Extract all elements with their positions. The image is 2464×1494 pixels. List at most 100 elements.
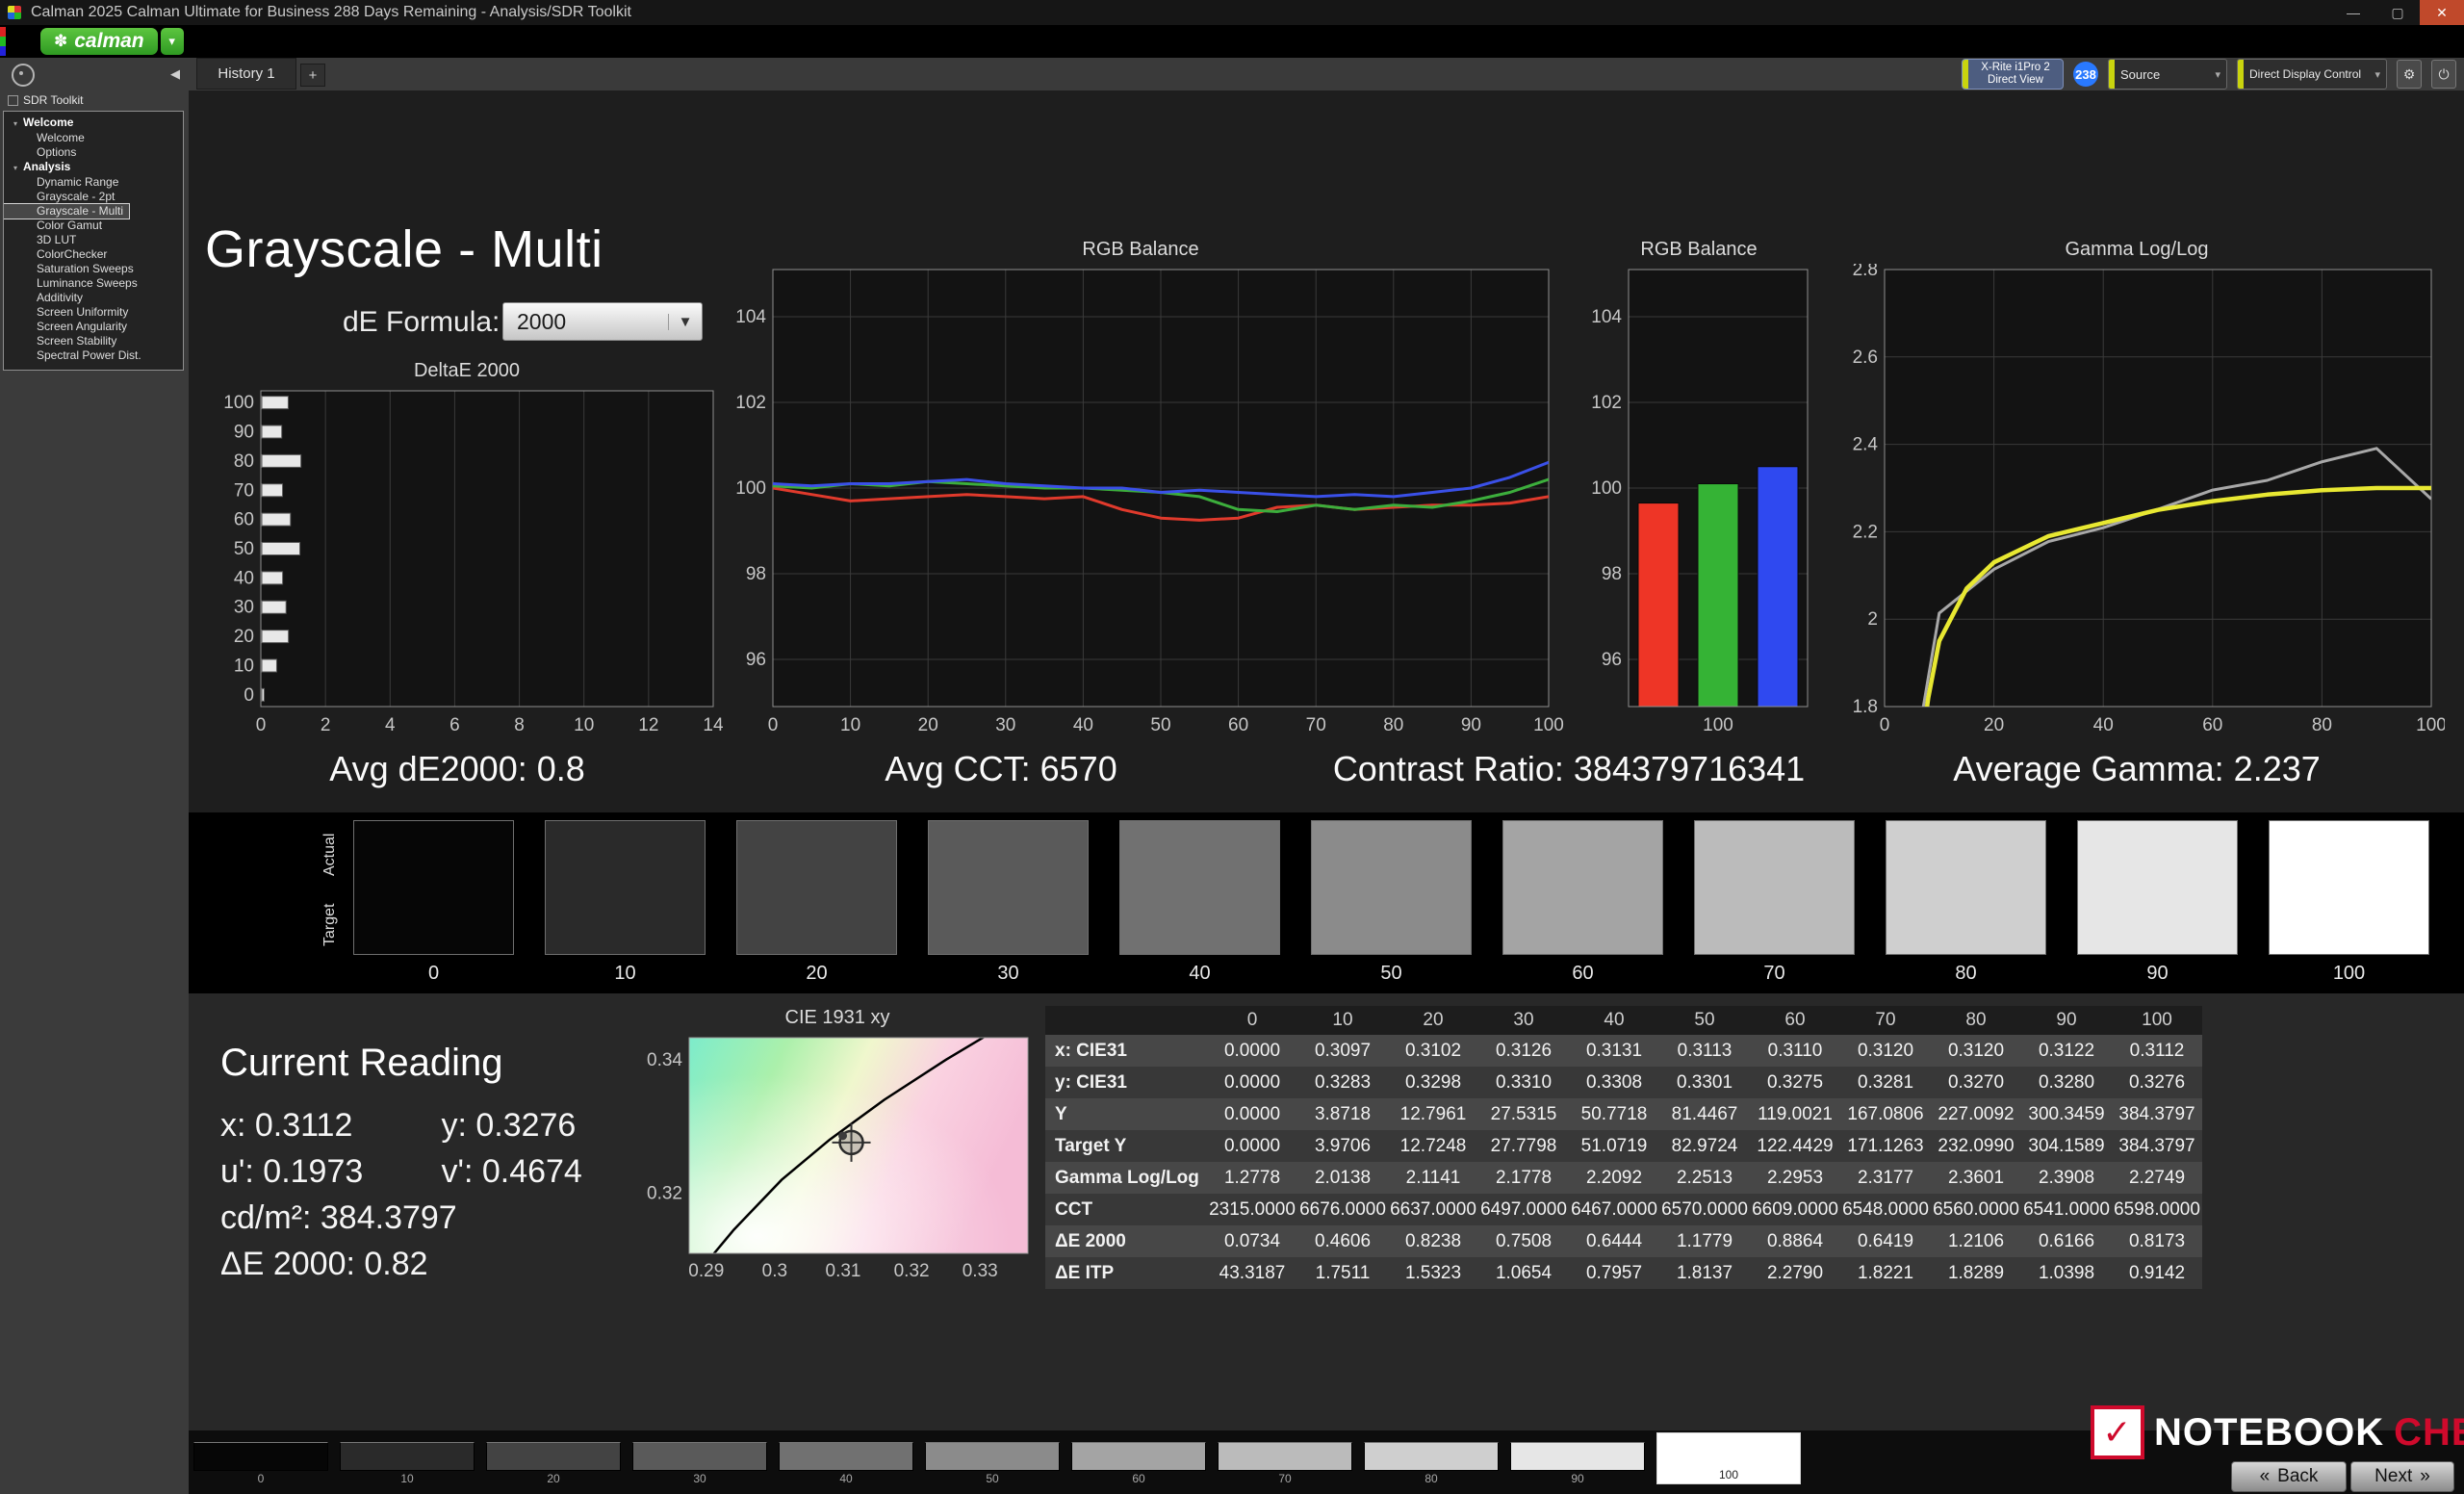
swatch-label: 40 [1119, 963, 1280, 985]
level-tile-0[interactable]: 0 [193, 1442, 328, 1486]
table-cell: 0.6166 [2021, 1225, 2112, 1257]
back-button[interactable]: « Back [2231, 1461, 2347, 1492]
table-cell: 27.7798 [1478, 1130, 1569, 1162]
de-formula-dropdown[interactable]: 2000 ▼ [502, 302, 703, 341]
sidebar-item-analysis[interactable]: ▾Analysis [4, 160, 183, 175]
grayscale-swatch-80 [1886, 820, 2046, 955]
display-control-dropdown[interactable]: Direct Display Control ▾ [2237, 59, 2387, 90]
level-tile-30[interactable]: 30 [632, 1442, 767, 1486]
gamma-chart-title: Gamma Log/Log [1829, 239, 2445, 264]
table-cell: 2.2953 [1750, 1162, 1840, 1194]
svg-text:40: 40 [234, 568, 254, 588]
level-tile-80[interactable]: 80 [1364, 1442, 1499, 1486]
table-cell: 2.1778 [1478, 1162, 1569, 1194]
notebookcheck-name-white: NOTEBOOK [2154, 1411, 2384, 1455]
toolbar: ◀ History 1 + X-Rite i1Pro 2 Direct View… [0, 58, 2464, 91]
next-button[interactable]: Next » [2350, 1461, 2454, 1492]
sidebar-item-additivity[interactable]: Additivity [4, 291, 183, 305]
settings-gear-button[interactable]: ⚙ [2397, 60, 2422, 89]
power-button[interactable]: ⏻ [2431, 60, 2456, 89]
sidebar-item-label: Luminance Sweeps [37, 276, 138, 290]
sidebar-item-colorchecker[interactable]: ColorChecker [4, 247, 183, 262]
level-tile-50[interactable]: 50 [925, 1442, 1060, 1486]
sidebar-item-label: Color Gamut [37, 219, 102, 232]
level-tile-patch [1364, 1442, 1499, 1471]
tab-history-1[interactable]: History 1 [196, 58, 296, 90]
source-dropdown[interactable]: Source ▾ [2108, 59, 2227, 90]
chevron-double-right-icon: » [2420, 1466, 2430, 1487]
sidebar-header-label: SDR Toolkit [23, 93, 83, 107]
sidebar-item-3d-lut[interactable]: 3D LUT [4, 233, 183, 247]
deltae-chart-title: DeltaE 2000 [207, 360, 727, 385]
table-row-label: x: CIE31 [1045, 1035, 1207, 1067]
table-cell: 6609.0000 [1750, 1194, 1840, 1225]
sidebar-item-label: Welcome [23, 116, 73, 129]
session-status-icon[interactable] [12, 64, 35, 87]
sidebar-item-label: Screen Stability [37, 334, 116, 348]
reading-u: u': 0.1973 [220, 1153, 432, 1191]
table-cell: 12.7248 [1388, 1130, 1478, 1162]
sidebar-item-grayscale-2pt[interactable]: Grayscale - 2pt [4, 190, 183, 204]
level-tile-patch [193, 1442, 328, 1471]
level-tile-patch [632, 1442, 767, 1471]
table-column-header: 0 [1207, 1006, 1297, 1035]
table-cell: 0.9142 [2112, 1257, 2202, 1289]
sidebar-item-color-gamut[interactable]: Color Gamut [4, 219, 183, 233]
sidebar-item-luminance-sweeps[interactable]: Luminance Sweeps [4, 276, 183, 291]
sidebar-item-welcome[interactable]: ▾Welcome [4, 116, 183, 131]
sidebar-item-grayscale-multi[interactable]: Grayscale - Multi [4, 204, 129, 219]
svg-text:98: 98 [746, 564, 766, 584]
svg-text:30: 30 [995, 715, 1015, 735]
sidebar-item-spectral-power-dist[interactable]: Spectral Power Dist. [4, 348, 183, 363]
cie-1931-chart: CIE 1931 xy 0.290.30.310.320.330.320.34 [635, 1007, 1040, 1286]
table-cell: 0.6419 [1840, 1225, 1931, 1257]
sidebar-item-saturation-sweeps[interactable]: Saturation Sweeps [4, 262, 183, 276]
svg-text:6: 6 [449, 715, 460, 735]
table-column-header: 40 [1569, 1006, 1659, 1035]
level-tile-20[interactable]: 20 [486, 1442, 621, 1486]
svg-text:12: 12 [638, 715, 658, 735]
svg-text:102: 102 [735, 393, 766, 413]
sidebar-item-options[interactable]: Options [4, 145, 183, 160]
sidebar-item-screen-stability[interactable]: Screen Stability [4, 334, 183, 348]
table-cell: 1.7511 [1297, 1257, 1388, 1289]
svg-text:100: 100 [735, 478, 766, 499]
sidebar-item-label: Dynamic Range [37, 175, 118, 189]
expander-icon[interactable]: ▾ [13, 116, 23, 131]
maximize-button[interactable]: ▢ [2375, 0, 2420, 25]
level-tile-100[interactable]: 100 [1656, 1432, 1801, 1484]
sidebar: SDR Toolkit ▾WelcomeWelcomeOptions▾Analy… [0, 90, 190, 1494]
level-tile-label: 60 [1071, 1471, 1206, 1486]
minimize-button[interactable]: — [2331, 0, 2375, 25]
sidebar-item-dynamic-range[interactable]: Dynamic Range [4, 175, 183, 190]
table-cell: 300.3459 [2021, 1098, 2112, 1130]
sidebar-item-screen-uniformity[interactable]: Screen Uniformity [4, 305, 183, 320]
svg-text:70: 70 [234, 480, 254, 501]
sidebar-item-screen-angularity[interactable]: Screen Angularity [4, 320, 183, 334]
gamma-chart: Gamma Log/Log 0204060801001.822.22.42.62… [1829, 239, 2445, 749]
table-cell: 2.3908 [2021, 1162, 2112, 1194]
table-cell: 304.1589 [2021, 1130, 2112, 1162]
sidebar-item-label: Spectral Power Dist. [37, 348, 141, 362]
level-tile-60[interactable]: 60 [1071, 1442, 1206, 1486]
svg-text:30: 30 [234, 598, 254, 618]
calman-logo-button[interactable]: ✽ calman [40, 28, 158, 55]
level-tile-10[interactable]: 10 [340, 1442, 475, 1486]
svg-text:96: 96 [746, 650, 766, 670]
table-cell: 0.3110 [1750, 1035, 1840, 1067]
table-cell: 0.3310 [1478, 1067, 1569, 1098]
swatch-label: 100 [2269, 963, 2429, 985]
sidebar-item-welcome[interactable]: Welcome [4, 131, 183, 145]
add-tab-button[interactable]: + [300, 64, 325, 87]
level-tile-90[interactable]: 90 [1510, 1442, 1645, 1486]
meter-button[interactable]: X-Rite i1Pro 2 Direct View [1962, 59, 2064, 90]
level-tile-40[interactable]: 40 [779, 1442, 913, 1486]
calman-menu-chevron-icon[interactable]: ▾ [161, 28, 184, 55]
close-button[interactable]: ✕ [2420, 0, 2464, 25]
expander-icon[interactable]: ▾ [13, 161, 23, 175]
level-tile-70[interactable]: 70 [1218, 1442, 1352, 1486]
page-title: Grayscale - Multi [205, 219, 603, 279]
table-cell: 0.3275 [1750, 1067, 1840, 1098]
sidebar-item-label: Additivity [37, 291, 83, 304]
sidebar-collapse-button[interactable]: ◀ [166, 64, 185, 84]
